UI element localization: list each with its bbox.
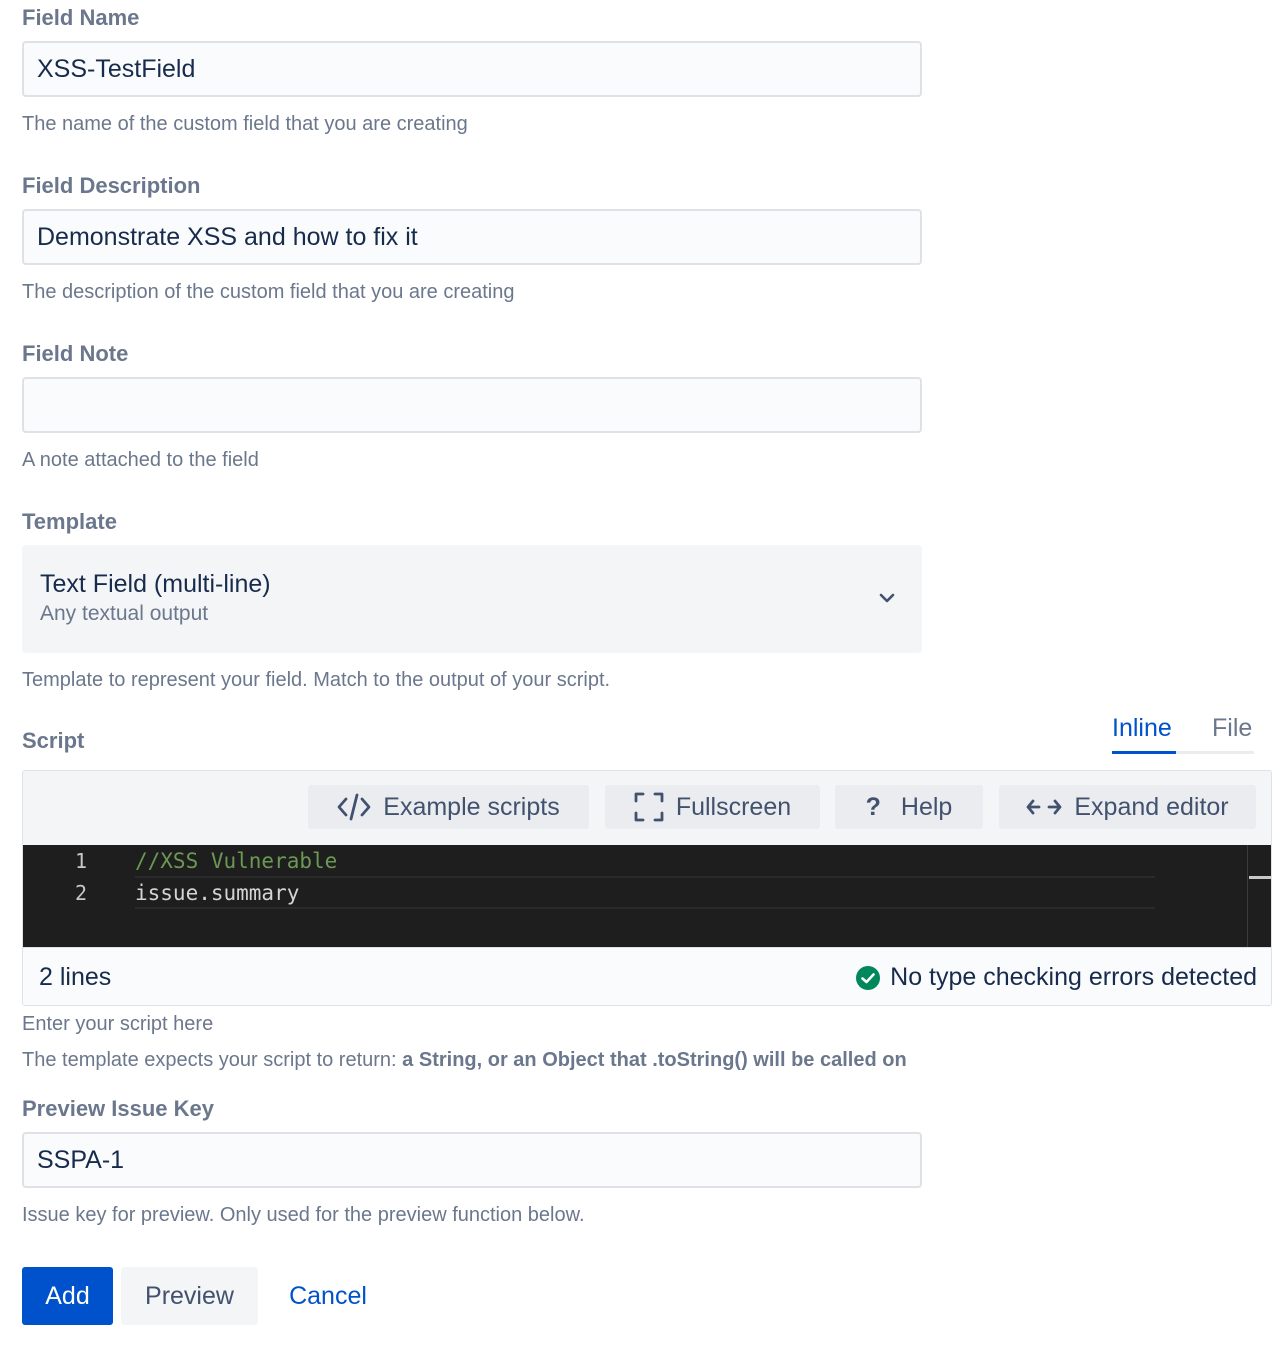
- field-name-input[interactable]: [22, 41, 922, 97]
- template-label: Template: [22, 509, 117, 534]
- fullscreen-button[interactable]: Fullscreen: [605, 785, 820, 829]
- code-line-comment: //XSS Vulnerable: [135, 849, 338, 873]
- scrollbar-track: [1247, 845, 1248, 947]
- chevron-down-icon: [879, 593, 895, 603]
- line-number: 1: [74, 849, 87, 873]
- field-description-input[interactable]: [22, 209, 922, 265]
- preview-button[interactable]: Preview: [121, 1267, 258, 1325]
- example-scripts-label: Example scripts: [383, 792, 560, 821]
- check-circle-icon: [856, 965, 881, 990]
- help-button[interactable]: ? Help: [835, 785, 983, 829]
- editor-status-bar: 2 lines No type checking errors detected: [23, 947, 1271, 1005]
- type-check-status-label: No type checking errors detected: [890, 963, 1257, 991]
- field-description-help: The description of the custom field that…: [22, 281, 515, 303]
- template-selected-value: Text Field (multi-line): [40, 570, 271, 598]
- field-note-help: A note attached to the field: [22, 449, 259, 471]
- script-returns-note: The template expects your script to retu…: [22, 1047, 907, 1073]
- template-select[interactable]: Text Field (multi-line) Any textual outp…: [22, 545, 922, 653]
- preview-issue-key-help: Issue key for preview. Only used for the…: [22, 1204, 585, 1226]
- line-highlight-border: [135, 876, 1155, 878]
- fullscreen-icon: [634, 792, 664, 822]
- code-icon: [337, 793, 371, 821]
- tab-inline-underline: [1112, 751, 1176, 754]
- question-icon: ?: [865, 792, 881, 821]
- fullscreen-label: Fullscreen: [675, 792, 792, 821]
- expand-horizontal-icon: [1026, 799, 1062, 815]
- add-button[interactable]: Add: [22, 1267, 113, 1325]
- field-name-label: Field Name: [22, 5, 140, 30]
- tab-inline[interactable]: Inline: [1112, 712, 1172, 744]
- script-returns-prefix: The template expects your script to retu…: [22, 1049, 403, 1071]
- code-line: issue.summary: [135, 881, 300, 905]
- script-editor: Example scripts Fullscreen ? Help Expand…: [22, 770, 1272, 1006]
- tab-file[interactable]: File: [1212, 712, 1252, 744]
- preview-issue-key-label: Preview Issue Key: [22, 1096, 215, 1121]
- field-note-label: Field Note: [22, 341, 129, 366]
- line-number: 2: [74, 881, 87, 905]
- expand-editor-label: Expand editor: [1074, 792, 1229, 821]
- code-editor[interactable]: 1 2 //XSS Vulnerable issue.summary: [23, 845, 1271, 947]
- script-help: Enter your script here: [22, 1013, 214, 1035]
- script-label: Script: [22, 728, 85, 753]
- template-selected-description: Any textual output: [40, 602, 209, 625]
- example-scripts-button[interactable]: Example scripts: [308, 785, 589, 829]
- cancel-button[interactable]: Cancel: [268, 1267, 388, 1325]
- help-label: Help: [900, 792, 953, 821]
- template-help: Template to represent your field. Match …: [22, 669, 611, 691]
- expand-editor-button[interactable]: Expand editor: [999, 785, 1256, 829]
- field-note-input[interactable]: [22, 377, 922, 433]
- type-check-status: No type checking errors detected: [856, 963, 1257, 992]
- line-highlight-border: [135, 907, 1155, 909]
- field-description-label: Field Description: [22, 173, 201, 198]
- preview-issue-key-input[interactable]: [22, 1132, 922, 1188]
- scrollbar-thumb[interactable]: [1249, 876, 1271, 879]
- script-returns-value: a String, or an Object that .toString() …: [402, 1049, 907, 1071]
- line-count: 2 lines: [39, 963, 112, 991]
- field-name-help: The name of the custom field that you ar…: [22, 113, 468, 135]
